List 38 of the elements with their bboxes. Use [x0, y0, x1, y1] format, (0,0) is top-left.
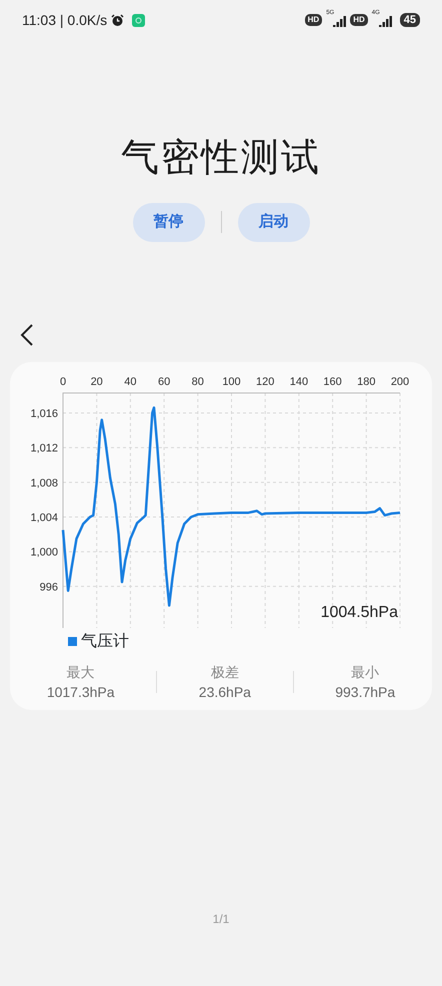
page-title: 气密性测试 — [120, 136, 322, 181]
y-axis-label: 1,000 — [30, 546, 58, 558]
x-axis-label: 40 — [124, 376, 137, 388]
alarm-icon — [111, 14, 124, 26]
x-axis-label: 60 — [158, 376, 170, 388]
stat-label: 最大 — [66, 662, 96, 682]
legend-label: 气压计 — [81, 632, 129, 652]
y-axis-label: 1,008 — [30, 476, 58, 489]
back-icon[interactable] — [20, 324, 34, 346]
x-axis-label: 140 — [290, 376, 308, 388]
x-axis-label: 120 — [256, 376, 274, 388]
y-axis-label: 1,004 — [30, 512, 58, 524]
x-axis-label: 180 — [357, 376, 376, 388]
stat-value: 993.7hPa — [335, 682, 396, 702]
stat-label: 极差 — [210, 662, 240, 682]
page-indicator: 1/1 — [212, 910, 230, 928]
stat-label: 最小 — [350, 662, 380, 682]
x-axis-label: 80 — [192, 376, 204, 388]
current-reading: 1004.5hPa — [320, 604, 398, 620]
signal-icon — [378, 15, 392, 27]
x-axis-label: 100 — [222, 376, 241, 388]
app-icon — [132, 14, 146, 26]
y-axis-label: 1,016 — [30, 407, 58, 420]
x-axis-label: 200 — [390, 376, 410, 388]
battery-level: 45 — [400, 13, 420, 27]
y-axis-label: 996 — [40, 580, 58, 593]
y-axis-label: 1,012 — [30, 442, 58, 454]
x-axis-label: 160 — [323, 376, 342, 388]
action-button[interactable]: 暂停 — [132, 203, 204, 242]
status-time: 11:03 | 0.0K/s — [22, 10, 108, 30]
action-button[interactable]: 启动 — [238, 203, 310, 242]
signal-icon — [332, 15, 346, 27]
x-axis-label: 20 — [90, 376, 103, 388]
hd-badge: HD — [304, 14, 322, 26]
hd-badge: HD — [350, 14, 368, 26]
stat-value: 1017.3hPa — [46, 682, 115, 702]
stat-value: 23.6hPa — [198, 682, 251, 702]
x-axis-label: 0 — [60, 376, 66, 388]
